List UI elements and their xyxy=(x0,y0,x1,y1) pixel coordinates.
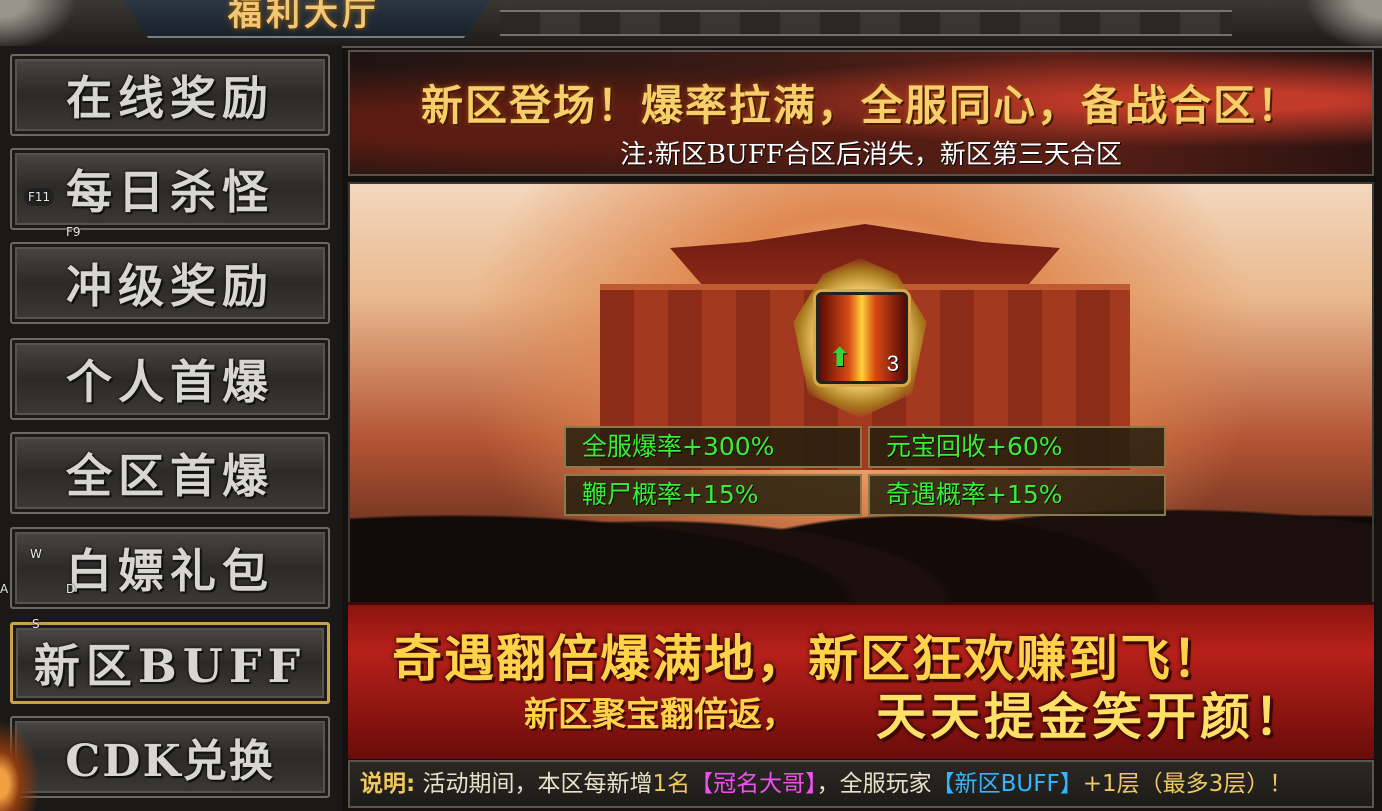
sidebar-item-online-reward[interactable]: 在线奖励 xyxy=(10,54,330,136)
description-label: 说明: xyxy=(360,771,416,797)
description-text: ，全服玩家 xyxy=(816,771,932,797)
hotkey-hint-s: S xyxy=(32,617,40,631)
sidebar-item-label: 白嫖礼包 xyxy=(66,544,274,598)
sidebar-item-label: 全区首爆 xyxy=(66,449,274,503)
stat-gold-recycle: 元宝回收+60% xyxy=(868,426,1166,468)
new-server-buff-icon[interactable]: ⬆ 3 xyxy=(816,292,908,384)
fire-glow-effect xyxy=(0,720,40,811)
up-arrow-icon: ⬆ xyxy=(829,343,851,373)
hotkey-hint-f11: F11 xyxy=(24,188,55,206)
stat-adventure-rate: 奇遇概率+15% xyxy=(868,474,1166,516)
buff-level-count: 3 xyxy=(886,351,899,376)
sidebar-item-daily-kill[interactable]: 每日杀怪 xyxy=(10,148,330,230)
hotkey-hint-d: D xyxy=(66,582,76,596)
hotkey-hint-f9: F9 xyxy=(66,225,81,239)
sidebar-item-label: CDK兑换 xyxy=(65,736,275,787)
stat-server-drop-rate: 全服爆率+300% xyxy=(564,426,862,468)
army-crowd-art xyxy=(350,402,1372,602)
window-title: 福利大厅 xyxy=(228,0,380,34)
sidebar-item-cdk-redeem[interactable]: CDK兑换 xyxy=(10,716,330,798)
description-buff-name: 【新区BUFF】 xyxy=(931,771,1083,797)
sidebar-item-server-first-drop[interactable]: 全区首爆 xyxy=(10,432,330,514)
sidebar-item-label: 在线奖励 xyxy=(66,71,274,125)
welfare-hall-window: 福利大厅 在线奖励 每日杀怪 冲级奖励 个人首爆 全区首爆 白嫖礼包 新区BUF… xyxy=(0,0,1382,811)
description-title-name: 【冠名大哥】 xyxy=(690,771,817,797)
hotkey-hint-w: W xyxy=(30,547,42,561)
sidebar-item-level-reward[interactable]: 冲级奖励 xyxy=(10,242,330,324)
description-text: 活动期间，本区每新增 xyxy=(415,771,653,797)
description-bar: 说明: 活动期间，本区每新增1名【冠名大哥】，全服玩家【新区BUFF】+1层（最… xyxy=(348,760,1374,808)
sidebar-item-label: 冲级奖励 xyxy=(66,259,274,313)
main-panel: 新区登场！爆率拉满，全服同心，备战合区！ 注:新区BUFF合区后消失，新区第三天… xyxy=(348,50,1374,808)
sidebar-item-new-server-buff[interactable]: 新区BUFF xyxy=(10,622,330,704)
banner-headline: 新区登场！爆率拉满，全服同心，备战合区！ xyxy=(420,81,1301,130)
banner-note: 注:新区BUFF合区后消失，新区第三天合区 xyxy=(620,140,1122,170)
title-bar-ornament xyxy=(500,10,1232,36)
sidebar-item-free-gift[interactable]: 白嫖礼包 xyxy=(10,527,330,609)
sidebar-item-label: 每日杀怪 xyxy=(66,165,274,219)
sidebar-item-label: 新区BUFF xyxy=(33,639,307,693)
sidebar-item-label: 个人首爆 xyxy=(66,355,274,409)
promo-slogan-line3: 天天提金笑开颜！ xyxy=(876,687,1308,746)
event-banner: 新区登场！爆率拉满，全服同心，备战合区！ 注:新区BUFF合区后消失，新区第三天… xyxy=(348,50,1374,176)
sidebar-item-personal-first-drop[interactable]: 个人首爆 xyxy=(10,338,330,420)
description-text: +1层（最多3层）！ xyxy=(1082,771,1293,797)
promo-slogan-banner: 奇遇翻倍爆满地，新区狂欢赚到飞！ 新区聚宝翻倍返， 天天提金笑开颜！ xyxy=(348,602,1374,759)
promo-slogan-line2: 新区聚宝翻倍返， xyxy=(524,695,796,735)
stat-corpse-whip-rate: 鞭尸概率+15% xyxy=(564,474,862,516)
description-count: 1名 xyxy=(652,771,691,797)
hotkey-hint-a: A xyxy=(0,582,9,596)
